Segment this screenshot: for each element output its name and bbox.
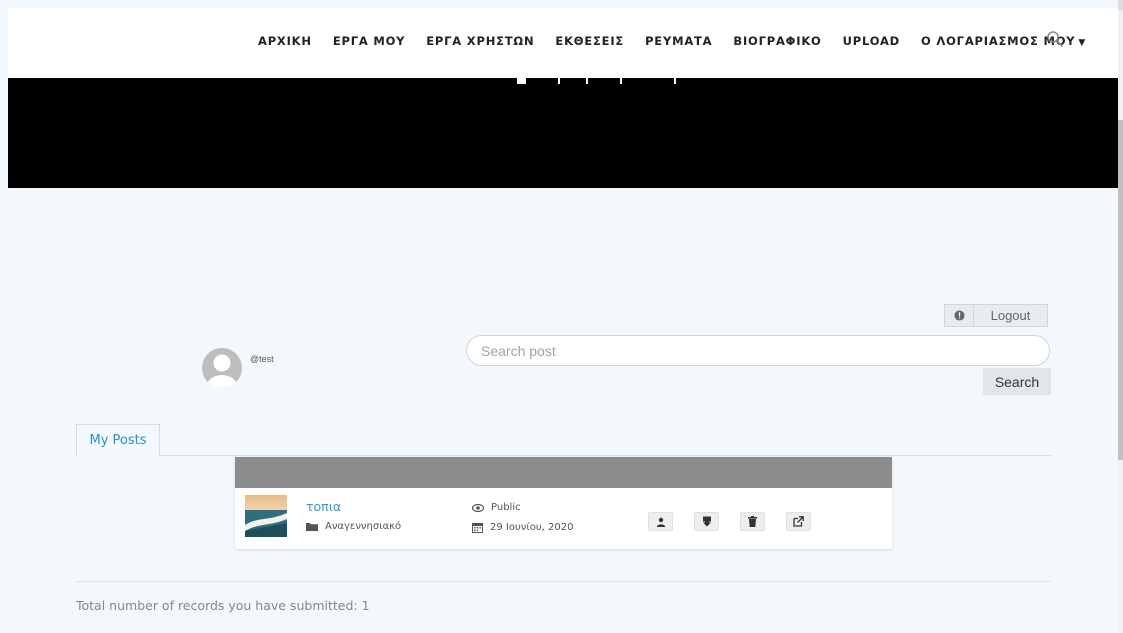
nav-item-user-works[interactable]: ΕΡΓΑ ΧΡΗΣΤΩΝ (426, 34, 534, 48)
hero-title-fragment (517, 78, 676, 84)
nav-item-my-works[interactable]: ΕΡΓΑ ΜΟΥ (333, 34, 405, 48)
post-date-label: 29 Ιουνίου, 2020 (490, 522, 574, 533)
avatar (202, 348, 242, 388)
post-date: 29 Ιουνίου, 2020 (472, 522, 573, 533)
open-link-button[interactable] (786, 512, 811, 531)
search-icon[interactable] (1046, 30, 1064, 48)
top-navbar: ΑΡΧΙΚΗ ΕΡΓΑ ΜΟΥ ΕΡΓΑ ΧΡΗΣΤΩΝ ΕΚΘΕΣΕΙΣ ΡΕ… (8, 8, 1118, 78)
search-button[interactable]: Search (983, 368, 1051, 395)
footer-divider (76, 581, 1051, 582)
records-count-text: Total number of records you have submitt… (76, 598, 370, 613)
download-button[interactable] (694, 512, 719, 531)
page: ΑΡΧΙΚΗ ΕΡΓΑ ΜΟΥ ΕΡΓΑ ΧΡΗΣΤΩΝ ΕΚΘΕΣΕΙΣ ΡΕ… (8, 8, 1118, 633)
nav-item-upload[interactable]: UPLOAD (843, 34, 900, 48)
folder-icon (306, 522, 318, 531)
nav-item-movements[interactable]: ΡΕΥΜΑΤΑ (645, 34, 712, 48)
post-category-label: Αναγεννησιακό (325, 521, 402, 532)
tab-my-posts[interactable]: My Posts (76, 424, 160, 456)
download-icon (702, 516, 711, 527)
hero-banner (8, 78, 1118, 188)
info-circle-icon (945, 305, 974, 326)
caret-down-icon: ▼ (1078, 38, 1087, 48)
assign-user-button[interactable] (648, 512, 673, 531)
post-card: τοπια Αναγεννησιακό Public 29 Ιουνίου, 2… (235, 457, 892, 549)
post-title[interactable]: τοπια (306, 499, 341, 514)
nav-item-exhibitions[interactable]: ΕΚΘΕΣΕΙΣ (555, 34, 624, 48)
user-icon (656, 517, 665, 527)
scrollbar[interactable] (1118, 0, 1123, 633)
tab-divider (76, 455, 1051, 456)
nav-item-home[interactable]: ΑΡΧΙΚΗ (258, 34, 312, 48)
scroll-up-arrow-icon[interactable] (1118, 0, 1123, 10)
search-input[interactable] (466, 335, 1050, 366)
post-visibility: Public (472, 502, 521, 513)
username: @test (250, 354, 274, 364)
logout-button[interactable]: Logout (944, 304, 1048, 327)
nav-item-biography[interactable]: ΒΙΟΓΡΑΦΙΚΟ (733, 34, 821, 48)
post-category: Αναγεννησιακό (306, 521, 401, 532)
post-visibility-label: Public (491, 502, 521, 513)
post-card-header (235, 457, 892, 488)
eye-icon (472, 503, 484, 512)
trash-icon (748, 516, 757, 527)
delete-button[interactable] (740, 512, 765, 531)
logout-label: Logout (990, 308, 1031, 323)
main-nav: ΑΡΧΙΚΗ ΕΡΓΑ ΜΟΥ ΕΡΓΑ ΧΡΗΣΤΩΝ ΕΚΘΕΣΕΙΣ ΡΕ… (258, 34, 1107, 48)
scrollbar-thumb[interactable] (1118, 120, 1123, 460)
post-thumbnail[interactable] (245, 495, 287, 537)
external-link-icon (793, 516, 804, 527)
calendar-icon (472, 522, 483, 533)
